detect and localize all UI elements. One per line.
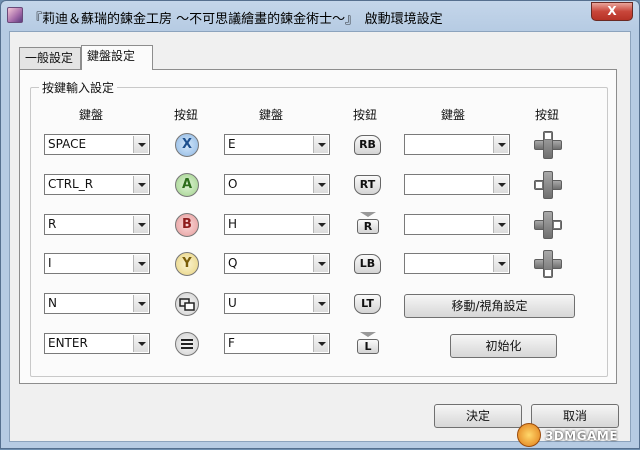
close-button[interactable]: X <box>591 2 633 21</box>
header-keyboard-1: 鍵盤 <box>79 108 104 122</box>
move-view-settings-button[interactable]: 移動/視角設定 <box>404 294 575 318</box>
dropdown-arrow-icon[interactable] <box>313 295 328 312</box>
dropdown-arrow-icon[interactable] <box>313 255 328 272</box>
dpad-right-icon <box>534 211 562 239</box>
dropdown-arrow-icon[interactable] <box>313 176 328 193</box>
header-button-3: 按鈕 <box>535 108 560 122</box>
button-y-icon: Y <box>175 252 199 276</box>
dropdown-arrow-icon[interactable] <box>133 295 148 312</box>
dpad-up-icon <box>534 131 562 159</box>
watermark-logo: 3DMGAME <box>517 423 640 450</box>
dropdown-arrow-icon[interactable] <box>313 136 328 153</box>
key-select-space[interactable]: SPACE <box>44 134 150 155</box>
key-select-o[interactable]: O <box>224 174 330 195</box>
key-select-e[interactable]: E <box>224 134 330 155</box>
key-select-q[interactable]: Q <box>224 253 330 274</box>
window-title: 『莉迪＆蘇瑞的鍊金工房 ～不可思議繪畫的鍊金術士～』 啟動環境設定 <box>29 12 443 27</box>
key-select-ctrl-r[interactable]: CTRL_R <box>44 174 150 195</box>
dpad-left-icon <box>534 171 562 199</box>
key-input-group: 按鍵輸入設定 鍵盤 按鈕 鍵盤 按鈕 鍵盤 按鈕 SPACE CTRL_R R … <box>30 79 608 377</box>
keyboard-settings-panel: 按鍵輸入設定 鍵盤 按鈕 鍵盤 按鈕 鍵盤 按鈕 SPACE CTRL_R R … <box>19 69 617 384</box>
rb-bumper-icon: RB <box>354 135 381 155</box>
key-select-dpad-down[interactable] <box>404 253 510 274</box>
header-keyboard-2: 鍵盤 <box>259 108 284 122</box>
key-select-dpad-right[interactable] <box>404 214 510 235</box>
view-windows-icon <box>179 298 195 311</box>
title-bar[interactable]: 『莉迪＆蘇瑞的鍊金工房 ～不可思議繪畫的鍊金術士～』 啟動環境設定 X <box>1 1 639 31</box>
mascot-badge-icon <box>517 423 541 447</box>
dropdown-arrow-icon[interactable] <box>313 335 328 352</box>
key-select-enter[interactable]: ENTER <box>44 333 150 354</box>
dropdown-arrow-icon[interactable] <box>133 216 148 233</box>
window: 『莉迪＆蘇瑞的鍊金工房 ～不可思議繪畫的鍊金術士～』 啟動環境設定 X 一般設定… <box>0 0 640 449</box>
header-keyboard-3: 鍵盤 <box>441 108 466 122</box>
right-stick-icon: R <box>355 212 381 238</box>
button-a-icon: A <box>175 173 199 197</box>
button-b-icon: B <box>175 213 199 237</box>
header-button-1: 按鈕 <box>174 108 199 122</box>
dropdown-arrow-icon[interactable] <box>493 136 508 153</box>
key-select-u[interactable]: U <box>224 293 330 314</box>
key-select-i[interactable]: I <box>44 253 150 274</box>
key-select-dpad-up[interactable] <box>404 134 510 155</box>
dropdown-arrow-icon[interactable] <box>133 335 148 352</box>
key-select-n[interactable]: N <box>44 293 150 314</box>
menu-button-icon <box>175 332 199 356</box>
key-select-f[interactable]: F <box>224 333 330 354</box>
header-button-2: 按鈕 <box>353 108 378 122</box>
tab-keyboard-settings[interactable]: 鍵盤設定 <box>81 45 153 70</box>
dialog-client: 一般設定 鍵盤設定 按鍵輸入設定 鍵盤 按鈕 鍵盤 按鈕 鍵盤 按鈕 SPACE… <box>9 31 631 442</box>
dropdown-arrow-icon[interactable] <box>493 176 508 193</box>
group-title: 按鍵輸入設定 <box>39 79 118 96</box>
lt-trigger-icon: LT <box>354 294 381 314</box>
app-icon <box>7 7 23 23</box>
dpad-down-icon <box>534 250 562 278</box>
key-select-h[interactable]: H <box>224 214 330 235</box>
view-button-icon <box>175 292 199 316</box>
ok-button[interactable]: 決定 <box>434 404 522 428</box>
dropdown-arrow-icon[interactable] <box>493 216 508 233</box>
tab-general-settings[interactable]: 一般設定 <box>19 47 81 69</box>
rt-trigger-icon: RT <box>354 175 381 195</box>
dropdown-arrow-icon[interactable] <box>133 176 148 193</box>
dropdown-arrow-icon[interactable] <box>133 255 148 272</box>
lb-bumper-icon: LB <box>354 254 381 274</box>
key-select-dpad-left[interactable] <box>404 174 510 195</box>
button-x-icon: X <box>175 133 199 157</box>
left-stick-icon: L <box>355 332 381 358</box>
dropdown-arrow-icon[interactable] <box>133 136 148 153</box>
key-select-r[interactable]: R <box>44 214 150 235</box>
reset-button[interactable]: 初始化 <box>450 334 557 358</box>
menu-lines-icon <box>181 339 193 349</box>
dropdown-arrow-icon[interactable] <box>493 255 508 272</box>
dropdown-arrow-icon[interactable] <box>313 216 328 233</box>
